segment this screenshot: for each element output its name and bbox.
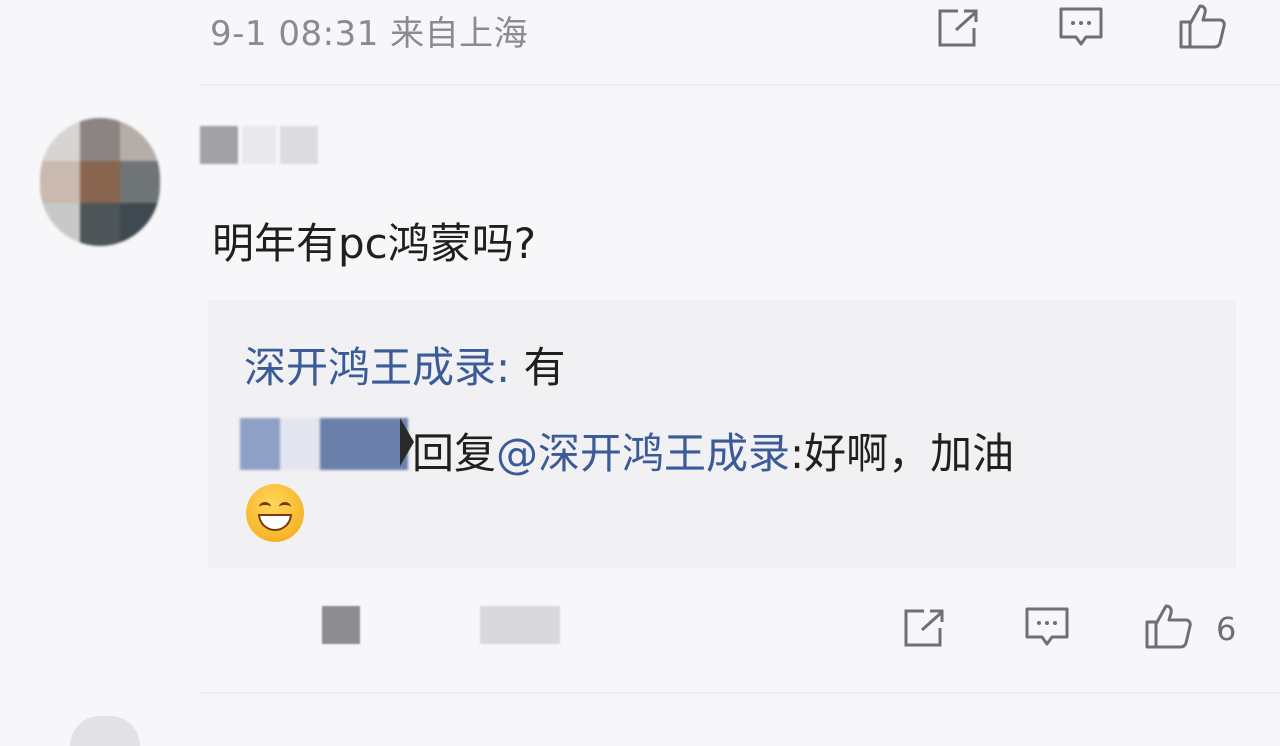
reply-text: 有 bbox=[523, 343, 566, 392]
reply-text: :好啊，加油 bbox=[790, 429, 1015, 478]
divider bbox=[200, 84, 1280, 86]
grinning-face-emoji bbox=[246, 484, 304, 542]
comment-text: 明年有pc鸿蒙吗? bbox=[212, 219, 537, 268]
reply-item[interactable]: 回复@深开鸿王成录:好啊，加油 bbox=[412, 420, 1014, 481]
reply-verb: 回复 bbox=[412, 429, 497, 478]
previous-comment-time: 9-1 08:31 bbox=[210, 14, 379, 54]
share-icon[interactable] bbox=[936, 8, 980, 48]
divider bbox=[200, 692, 1280, 694]
previous-comment-meta: 9-1 08:31 来自上海 bbox=[210, 6, 528, 55]
commenter-avatar[interactable] bbox=[40, 118, 160, 246]
reply-separator: : bbox=[496, 343, 524, 392]
reply-mention-link[interactable]: @深开鸿王成录 bbox=[496, 429, 790, 478]
reply-author-link[interactable]: 深开鸿王成录 bbox=[244, 343, 496, 392]
previous-comment-location: 来自上海 bbox=[390, 14, 529, 54]
reply-item[interactable]: 深开鸿王成录: 有 bbox=[244, 334, 566, 395]
like-count: 6 bbox=[1216, 610, 1237, 648]
thumbs-up-icon[interactable] bbox=[1144, 602, 1194, 650]
commenter-username-redacted[interactable] bbox=[200, 126, 320, 166]
redacted-block bbox=[480, 606, 560, 644]
thumbs-up-icon[interactable] bbox=[1178, 2, 1228, 50]
share-icon[interactable] bbox=[902, 608, 946, 648]
comment-icon[interactable] bbox=[1024, 606, 1070, 648]
redacted-block bbox=[322, 606, 360, 644]
reply-username-redacted[interactable] bbox=[240, 418, 408, 470]
next-commenter-avatar[interactable] bbox=[70, 716, 140, 746]
comment-icon[interactable] bbox=[1058, 6, 1104, 48]
